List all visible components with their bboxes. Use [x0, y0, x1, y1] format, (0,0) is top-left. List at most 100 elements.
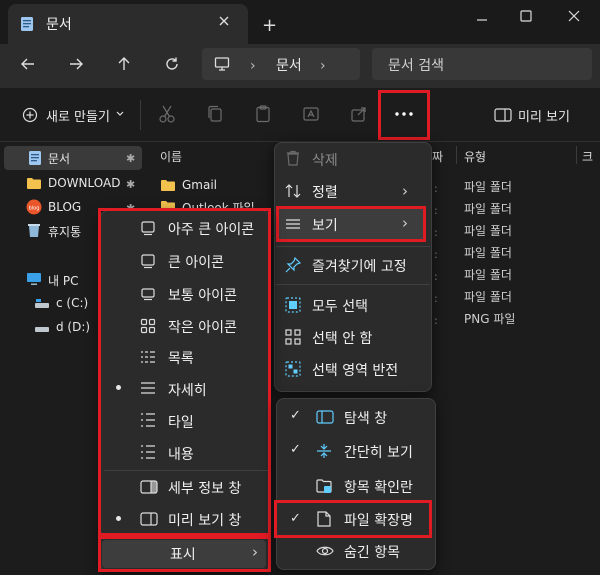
- maximize-icon[interactable]: [520, 10, 532, 22]
- up-arrow-icon[interactable]: [116, 56, 132, 72]
- large-icons-icon: [140, 253, 156, 269]
- file-date-fragment: :: [434, 204, 438, 217]
- menu-item-small-icons[interactable]: 작은 아이콘: [168, 317, 237, 337]
- file-date-fragment: :: [434, 182, 438, 195]
- selected-bullet-icon: [116, 516, 121, 521]
- menu-item-medium-icons[interactable]: 보통 아이콘: [168, 285, 237, 305]
- column-header-size[interactable]: 크: [582, 148, 593, 165]
- sidebar-item-this-pc[interactable]: 내 PC: [48, 272, 78, 289]
- svg-text:blog: blog: [29, 206, 40, 212]
- menu-item-details-pane[interactable]: 세부 정보 창: [168, 478, 241, 498]
- file-type: 파일 폴더: [464, 246, 512, 260]
- medium-icons-icon: [140, 286, 156, 302]
- hidden-items-icon: [316, 545, 334, 557]
- copy-icon[interactable]: [206, 104, 224, 124]
- check-icon: ✓: [290, 511, 301, 526]
- preview-pane-icon: [494, 108, 512, 122]
- column-header-date[interactable]: 짜: [432, 148, 443, 165]
- select-all-icon: [285, 297, 301, 313]
- menu-item-sort[interactable]: 정렬: [312, 182, 338, 202]
- drive-icon: [34, 322, 50, 334]
- toolbar-divider: [140, 100, 141, 130]
- sidebar-item-documents[interactable]: 문서: [48, 150, 70, 167]
- small-icons-icon: [140, 318, 156, 334]
- chevron-right-icon: ›: [320, 58, 326, 74]
- sidebar-selection-highlight: [4, 146, 142, 170]
- menu-item-select-all[interactable]: 모두 선택: [312, 296, 368, 316]
- menu-item-delete[interactable]: 삭제: [312, 150, 338, 170]
- cut-icon[interactable]: [158, 104, 176, 124]
- file-name[interactable]: Gmail: [182, 178, 217, 192]
- pin-icon: ✱: [126, 178, 136, 191]
- menu-divider: [276, 284, 430, 285]
- tiles-icon: [140, 413, 156, 427]
- check-icon: ✓: [290, 408, 301, 423]
- menu-item-content[interactable]: 내용: [168, 444, 194, 464]
- menu-item-list[interactable]: 목록: [168, 348, 194, 368]
- menu-item-preview-pane[interactable]: 미리 보기 창: [168, 510, 241, 530]
- pin-icon: ✱: [126, 152, 136, 165]
- window-close-icon[interactable]: [568, 10, 580, 22]
- chevron-down-icon: [116, 111, 124, 117]
- menu-item-tiles[interactable]: 타일: [168, 412, 194, 432]
- paste-icon[interactable]: [254, 104, 272, 124]
- menu-item-invert-selection[interactable]: 선택 영역 반전: [312, 360, 398, 380]
- minimize-icon[interactable]: [476, 14, 488, 26]
- file-type: 파일 폴더: [464, 268, 512, 282]
- close-icon[interactable]: [218, 15, 230, 27]
- menu-item-navigation-pane[interactable]: 탐색 창: [344, 408, 387, 428]
- sidebar-item-recycle-bin[interactable]: 휴지통: [48, 223, 81, 240]
- preview-pane-icon: [140, 512, 158, 526]
- file-date-fragment: :: [434, 226, 438, 239]
- new-button[interactable]: 새로 만들기: [46, 106, 110, 125]
- menu-item-pin-to-quick-access[interactable]: 즐겨찾기에 고정: [312, 256, 407, 276]
- sidebar-item-drive-c[interactable]: c (C:): [56, 296, 88, 310]
- menu-item-view[interactable]: 보기: [312, 215, 338, 235]
- check-icon: ✓: [290, 442, 301, 457]
- tab-title: 문서: [46, 17, 72, 33]
- file-type: 파일 폴더: [464, 180, 512, 194]
- menu-item-file-name-extensions[interactable]: 파일 확장명: [344, 510, 413, 530]
- plus-icon: +: [262, 15, 278, 36]
- folder-icon: [26, 176, 42, 190]
- menu-item-details[interactable]: 자세히: [168, 380, 207, 400]
- document-icon: [20, 16, 34, 32]
- sidebar-item-drive-d[interactable]: d (D:): [56, 320, 90, 334]
- drive-icon: [34, 298, 50, 310]
- column-header-type[interactable]: 유형: [464, 148, 486, 165]
- sidebar-item-blog[interactable]: BLOG: [48, 200, 81, 214]
- column-header-name[interactable]: 이름: [160, 148, 182, 165]
- extra-large-icons-icon: [140, 220, 156, 236]
- forward-arrow-icon[interactable]: [68, 56, 84, 72]
- tab-documents[interactable]: [8, 4, 248, 44]
- column-divider: [576, 146, 577, 164]
- file-type: 파일 폴더: [464, 224, 512, 238]
- new-tab-button[interactable]: +: [262, 15, 277, 36]
- more-options-icon: [395, 112, 413, 116]
- menu-item-large-icons[interactable]: 큰 아이콘: [168, 252, 224, 272]
- search-placeholder: 문서 검색: [388, 58, 444, 74]
- menu-item-compact-view[interactable]: 간단히 보기: [344, 442, 413, 462]
- menu-item-show[interactable]: 표시: [170, 544, 196, 564]
- menu-item-extra-large-icons[interactable]: 아주 큰 아이콘: [168, 219, 254, 239]
- breadcrumb-documents[interactable]: 문서: [276, 55, 302, 75]
- file-type: PNG 파일: [464, 312, 516, 326]
- share-icon[interactable]: [350, 104, 368, 124]
- menu-item-item-check-boxes[interactable]: 항목 확인란: [344, 477, 413, 497]
- plus-circle-icon: [22, 107, 38, 123]
- invert-selection-icon: [285, 361, 301, 377]
- file-type: 파일 폴더: [464, 202, 512, 216]
- sort-icon: [285, 184, 301, 198]
- file-date-fragment: :: [434, 314, 438, 327]
- menu-item-select-none[interactable]: 선택 안 함: [312, 328, 372, 348]
- rename-icon[interactable]: [302, 104, 320, 124]
- selected-bullet-icon: [116, 385, 121, 390]
- refresh-icon[interactable]: [164, 56, 180, 72]
- chevron-right-icon: ›: [252, 543, 258, 561]
- file-date-fragment: :: [434, 248, 438, 261]
- sidebar-item-download[interactable]: DOWNLOAD: [48, 176, 120, 190]
- menu-item-hidden-items[interactable]: 숨긴 항목: [344, 542, 400, 562]
- back-arrow-icon[interactable]: [20, 56, 36, 72]
- preview-button[interactable]: 미리 보기: [518, 106, 570, 125]
- details-icon: [140, 382, 156, 394]
